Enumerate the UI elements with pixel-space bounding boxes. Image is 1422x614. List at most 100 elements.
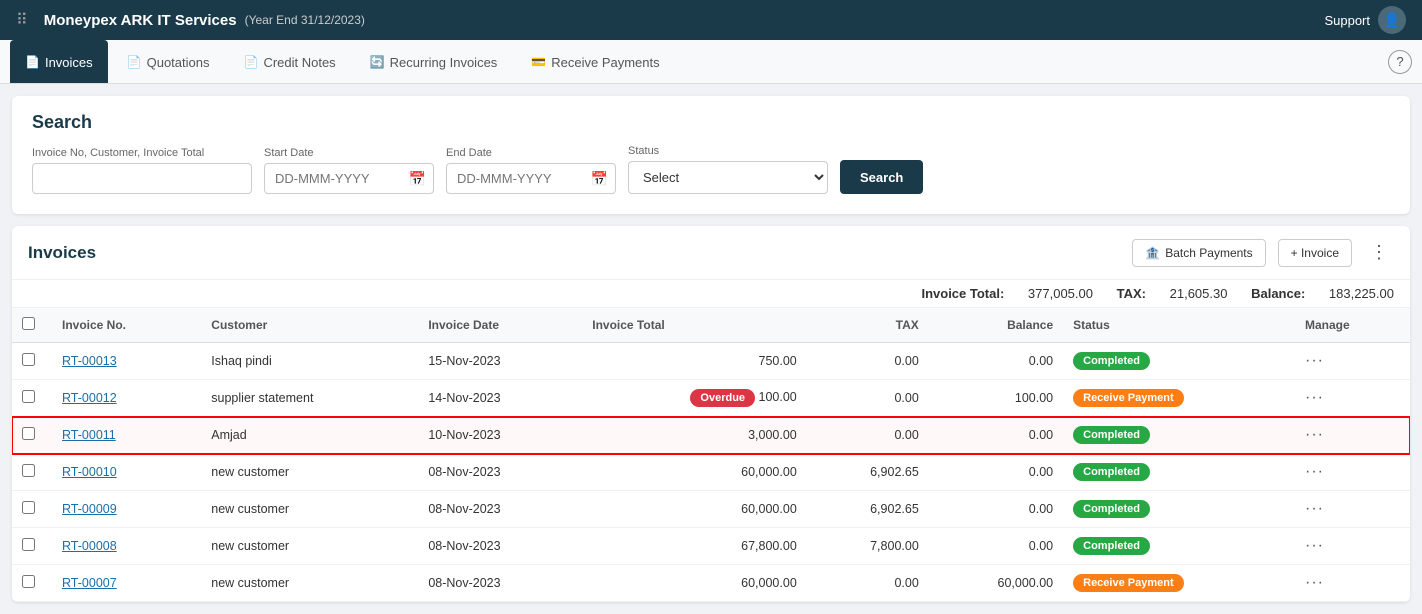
invoices-section-title: Invoices <box>28 243 1120 263</box>
invoice-link[interactable]: RT-00007 <box>62 576 117 590</box>
start-date-input[interactable] <box>264 163 434 194</box>
batch-payments-label: Batch Payments <box>1165 246 1252 260</box>
app-subtitle: (Year End 31/12/2023) <box>245 13 365 27</box>
col-manage: Manage <box>1295 308 1410 343</box>
end-date-group: End Date 📅 <box>446 147 616 194</box>
batch-payments-button[interactable]: 🏦 Batch Payments <box>1132 239 1265 267</box>
row-customer: new customer <box>201 565 418 602</box>
row-checkbox-cell <box>12 343 52 380</box>
col-customer: Customer <box>201 308 418 343</box>
row-manage[interactable]: ··· <box>1295 491 1410 528</box>
drag-handle: ⠿ <box>16 10 28 30</box>
search-row: Invoice No, Customer, Invoice Total Star… <box>32 145 1390 194</box>
invoice-link[interactable]: RT-00008 <box>62 539 117 553</box>
status-badge: Completed <box>1073 426 1150 444</box>
row-checkbox[interactable] <box>22 390 35 403</box>
tab-invoices[interactable]: 📄 Invoices <box>10 40 108 83</box>
balance-value: 183,225.00 <box>1329 286 1394 301</box>
row-checkbox-cell <box>12 491 52 528</box>
invoice-total-label: Invoice Total: <box>921 286 1004 301</box>
table-header-row: Invoice No. Customer Invoice Date Invoic… <box>12 308 1410 343</box>
row-tax: 6,902.65 <box>807 491 929 528</box>
row-checkbox[interactable] <box>22 353 35 366</box>
invoice-link[interactable]: RT-00010 <box>62 465 117 479</box>
search-panel: Search Invoice No, Customer, Invoice Tot… <box>12 96 1410 214</box>
end-date-label: End Date <box>446 147 616 159</box>
manage-dots-button[interactable]: ··· <box>1305 352 1324 369</box>
manage-dots-button[interactable]: ··· <box>1305 389 1324 406</box>
row-checkbox[interactable] <box>22 501 35 514</box>
manage-dots-button[interactable]: ··· <box>1305 574 1324 591</box>
row-invoice-total: 60,000.00 <box>582 491 807 528</box>
table-row: RT-00007new customer08-Nov-202360,000.00… <box>12 565 1410 602</box>
tax-value: 21,605.30 <box>1170 286 1228 301</box>
add-invoice-button[interactable]: + Invoice <box>1278 239 1352 267</box>
tax-label: TAX: <box>1117 286 1146 301</box>
row-manage[interactable]: ··· <box>1295 528 1410 565</box>
manage-dots-button[interactable]: ··· <box>1305 500 1324 517</box>
col-checkbox <box>12 308 52 343</box>
status-select[interactable]: Select Completed Overdue Receive Payment <box>628 161 828 194</box>
row-date: 08-Nov-2023 <box>418 491 582 528</box>
support-label[interactable]: Support <box>1324 13 1370 28</box>
row-status: Receive Payment <box>1063 565 1295 602</box>
help-button[interactable]: ? <box>1388 50 1412 74</box>
invoice-search-label: Invoice No, Customer, Invoice Total <box>32 147 252 159</box>
invoice-link[interactable]: RT-00012 <box>62 391 117 405</box>
receive-payments-icon: 💳 <box>531 55 546 69</box>
top-bar: ⠿ Moneypex ARK IT Services (Year End 31/… <box>0 0 1422 40</box>
select-all-checkbox[interactable] <box>22 317 35 330</box>
invoice-link[interactable]: RT-00013 <box>62 354 117 368</box>
row-checkbox[interactable] <box>22 427 35 440</box>
row-checkbox[interactable] <box>22 575 35 588</box>
end-date-input[interactable] <box>446 163 616 194</box>
row-tax: 6,902.65 <box>807 454 929 491</box>
tab-recurring-invoices-label: Recurring Invoices <box>390 55 498 70</box>
status-badge: Completed <box>1073 463 1150 481</box>
invoice-link[interactable]: RT-00009 <box>62 502 117 516</box>
row-status: Completed <box>1063 491 1295 528</box>
overdue-badge: Overdue <box>690 389 755 407</box>
invoice-link[interactable]: RT-00011 <box>62 428 116 442</box>
row-checkbox[interactable] <box>22 538 35 551</box>
tab-recurring-invoices[interactable]: 🔄 Recurring Invoices <box>355 40 513 83</box>
row-invoice-no: RT-00010 <box>52 454 201 491</box>
search-input[interactable] <box>32 163 252 194</box>
row-status: Completed <box>1063 454 1295 491</box>
row-invoice-total: 67,800.00 <box>582 528 807 565</box>
row-manage[interactable]: ··· <box>1295 417 1410 454</box>
row-customer: new customer <box>201 528 418 565</box>
batch-payments-icon: 🏦 <box>1145 246 1160 260</box>
row-date: 15-Nov-2023 <box>418 343 582 380</box>
tab-quotations[interactable]: 📄 Quotations <box>112 40 225 83</box>
invoices-header: Invoices 🏦 Batch Payments + Invoice ⋮ <box>12 226 1410 280</box>
invoices-section: Invoices 🏦 Batch Payments + Invoice ⋮ In… <box>12 226 1410 602</box>
row-manage[interactable]: ··· <box>1295 565 1410 602</box>
balance-label: Balance: <box>1251 286 1305 301</box>
row-balance: 100.00 <box>929 380 1063 417</box>
row-manage[interactable]: ··· <box>1295 343 1410 380</box>
col-tax: TAX <box>807 308 929 343</box>
row-tax: 0.00 <box>807 380 929 417</box>
row-manage[interactable]: ··· <box>1295 454 1410 491</box>
row-balance: 0.00 <box>929 528 1063 565</box>
search-button[interactable]: Search <box>840 160 923 194</box>
row-checkbox[interactable] <box>22 464 35 477</box>
tab-bar: 📄 Invoices 📄 Quotations 📄 Credit Notes 🔄… <box>0 40 1422 84</box>
table-row: RT-00012supplier statement14-Nov-2023Ove… <box>12 380 1410 417</box>
row-manage[interactable]: ··· <box>1295 380 1410 417</box>
manage-dots-button[interactable]: ··· <box>1305 537 1324 554</box>
status-label: Status <box>628 145 828 157</box>
row-invoice-no: RT-00009 <box>52 491 201 528</box>
status-group: Status Select Completed Overdue Receive … <box>628 145 828 194</box>
manage-dots-button[interactable]: ··· <box>1305 426 1324 443</box>
row-checkbox-cell <box>12 528 52 565</box>
avatar[interactable]: 👤 <box>1378 6 1406 34</box>
status-badge: Completed <box>1073 500 1150 518</box>
more-options-button[interactable]: ⋮ <box>1364 238 1394 267</box>
tab-credit-notes[interactable]: 📄 Credit Notes <box>228 40 350 83</box>
row-checkbox-cell <box>12 380 52 417</box>
table-row: RT-00011Amjad10-Nov-20233,000.000.000.00… <box>12 417 1410 454</box>
tab-receive-payments[interactable]: 💳 Receive Payments <box>516 40 674 83</box>
manage-dots-button[interactable]: ··· <box>1305 463 1324 480</box>
